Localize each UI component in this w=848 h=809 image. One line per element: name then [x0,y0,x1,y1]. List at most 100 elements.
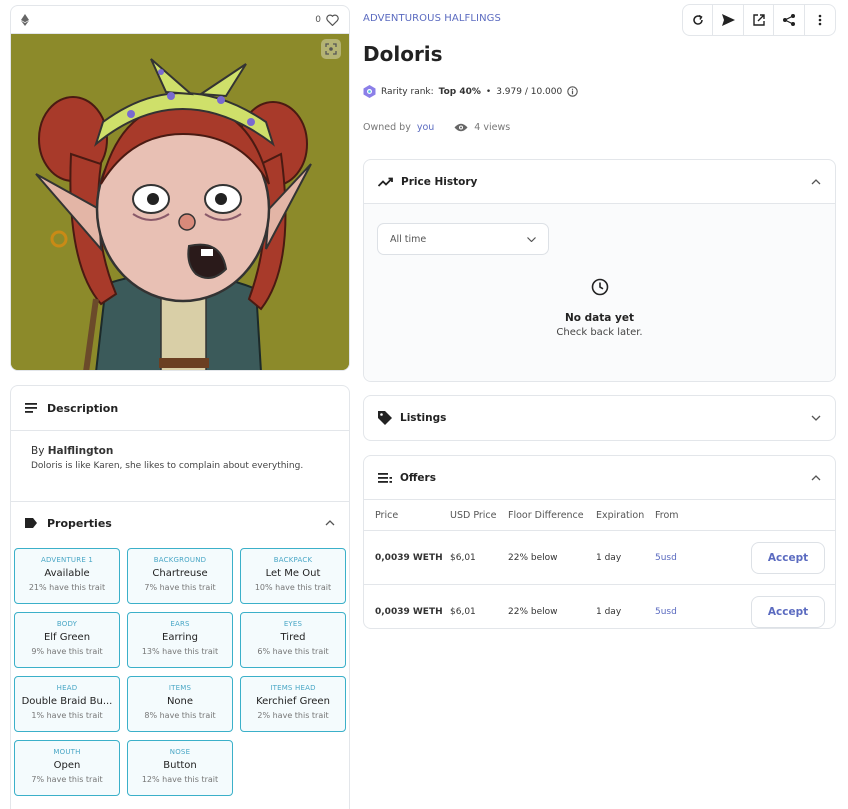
transfer-button[interactable] [713,5,744,35]
trait-value: Open [53,760,81,771]
trait-type: ITEMS [168,684,192,692]
creator-prefix: By [31,445,45,457]
offer-expiration: 1 day [596,552,622,563]
offer-from-link[interactable]: 5usd [655,607,715,617]
description-card: Description By Halflington Doloris is li… [10,385,350,809]
rarity-separator: • [485,86,492,97]
nft-image[interactable] [11,34,349,370]
trait-card[interactable]: EYES Tired 6% have this trait [240,612,346,668]
collection-link[interactable]: ADVENTUROUS HALFLINGS [363,13,501,24]
trait-card[interactable]: BODY Elf Green 9% have this trait [14,612,120,668]
column-header: Expiration [596,509,645,521]
trait-value: None [166,696,194,707]
listings-heading: Listings [400,411,447,424]
properties-header[interactable]: Properties [11,502,349,544]
tag-icon [25,518,37,528]
rarity-score: 3.979 / 10.000 [496,86,563,97]
external-link-button[interactable] [744,5,775,35]
offer-floor-diff: 22% below [508,606,558,617]
description-header[interactable]: Description [11,386,349,430]
offers-table: Price USD Price Floor Difference Expirat… [364,499,835,638]
table-row: 0,0039 WETH $6,01 22% below 1 day 5usd A… [364,530,835,584]
offers-card: Offers Price USD Price Floor Difference … [363,455,836,629]
trait-card[interactable]: ADVENTURE 1 Available 21% have this trait [14,548,120,604]
trait-rarity: 21% have this trait [28,583,106,592]
more-button[interactable] [805,5,835,35]
rarity-badge-icon [363,85,376,98]
trait-card[interactable]: MOUTH Open 7% have this trait [14,740,120,796]
properties-heading: Properties [47,516,112,530]
offers-header[interactable]: Offers [364,456,835,499]
price-history-header[interactable]: Price History [364,160,835,203]
trait-rarity: 10% have this trait [254,583,332,592]
trait-type: ITEMS HEAD [270,684,316,692]
accept-offer-button[interactable]: Accept [751,596,825,628]
column-header: From [655,509,679,521]
like-count: 0 [315,14,321,25]
chevron-down-icon[interactable] [811,415,821,421]
trait-card[interactable]: HEAD Double Braid Bu... 1% have this trait [14,676,120,732]
more-vertical-icon [818,14,822,26]
action-toolbar [682,4,836,36]
trait-rarity: 7% have this trait [31,775,103,784]
empty-state: No data yet Check back later. [364,278,835,338]
nft-media-card: 0 [10,5,350,371]
trend-icon [378,177,393,187]
description-heading: Description [47,401,119,415]
ethereum-icon [21,13,29,26]
send-icon [721,14,735,26]
trait-card[interactable]: BACKGROUND Chartreuse 7% have this trait [127,548,233,604]
offer-usd: $6,01 [450,606,476,617]
rarity-rank-value: Top 40% [438,86,481,97]
refresh-button[interactable] [683,5,714,35]
offer-usd: $6,01 [450,552,476,563]
trait-card[interactable]: NOSE Button 12% have this trait [127,740,233,796]
offers-heading: Offers [400,471,436,484]
trait-value: Kerchief Green [256,696,330,707]
media-header: 0 [11,6,349,34]
offer-price: 0,0039 WETH [375,552,443,563]
heart-icon[interactable] [326,14,339,26]
listings-header[interactable]: Listings [364,396,835,439]
trait-card[interactable]: BACKPACK Let Me Out 10% have this trait [240,548,346,604]
creator-name[interactable]: Halflington [48,445,114,457]
chevron-up-icon[interactable] [325,520,335,526]
offer-from-link[interactable]: 5usd [655,553,715,563]
nft-title: Doloris [363,42,443,66]
trait-card[interactable]: ITEMS HEAD Kerchief Green 2% have this tra… [240,676,346,732]
time-range-select[interactable]: All time [377,223,549,255]
description-text: Doloris is like Karen, she likes to comp… [31,461,304,471]
owner-link[interactable]: you [417,122,434,133]
trait-card[interactable]: EARS Earring 13% have this trait [127,612,233,668]
chevron-up-icon[interactable] [811,474,821,481]
trait-value: Let Me Out [265,568,321,579]
trait-value: Earring [162,632,198,643]
chevron-up-icon[interactable] [811,178,821,185]
external-link-icon [752,14,765,26]
info-icon[interactable] [567,86,578,97]
price-history-body: All time No data yet Check back later. [364,203,835,381]
trait-type: MOUTH [53,748,81,756]
owner-line: Owned by you 4 views [363,122,510,133]
refresh-icon [692,14,703,25]
description-body: By Halflington Doloris is like Karen, sh… [11,430,349,502]
trait-type: ADVENTURE 1 [40,556,94,564]
trait-value: Elf Green [43,632,91,643]
offer-floor-diff: 22% below [508,552,558,563]
eye-icon [454,123,468,132]
share-button[interactable] [774,5,805,35]
trait-rarity: 8% have this trait [144,711,216,720]
creator-line: By Halflington [31,445,329,457]
price-history-card: Price History All time No data yet Check… [363,159,836,382]
listings-card[interactable]: Listings [363,395,836,441]
trait-type: EYES [283,620,303,628]
like-counter[interactable]: 0 [315,14,339,26]
accept-offer-button[interactable]: Accept [751,542,825,574]
trait-value: Chartreuse [152,568,208,579]
trait-value: Available [44,568,90,579]
offer-expiration: 1 day [596,606,622,617]
clock-icon [591,278,609,296]
trait-card[interactable]: ITEMS None 8% have this trait [127,676,233,732]
expand-icon[interactable] [321,39,341,59]
trait-rarity: 7% have this trait [144,583,216,592]
